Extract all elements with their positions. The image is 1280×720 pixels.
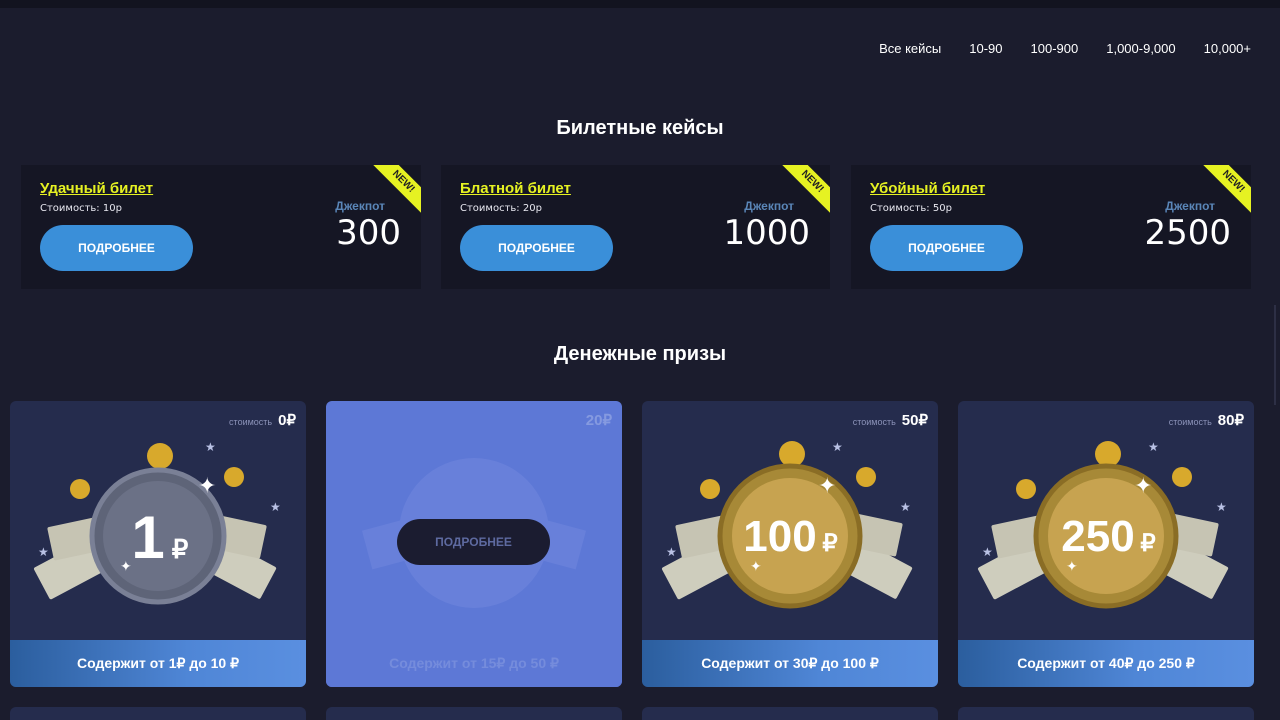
filter-1000-9000[interactable]: 1,000-9,000 — [1106, 41, 1175, 56]
prize-card-next[interactable] — [10, 707, 306, 720]
coin-value: 250 — [1061, 512, 1134, 561]
prize-range: Содержит от 30₽ до 100 ₽ — [642, 640, 938, 687]
filter-10000-plus[interactable]: 10,000+ — [1204, 41, 1251, 56]
svg-text:★: ★ — [1148, 440, 1159, 454]
silver-coin-illustration: 1 ₽ ✦ ✦ ★ ★ ★ — [34, 440, 281, 605]
coin-currency: ₽ — [1140, 530, 1155, 557]
filter-100-900[interactable]: 100-900 — [1031, 41, 1079, 56]
ticket-card-uboyny[interactable]: NEW! Убойный билет Стоимость: 50р ПОДРОБ… — [851, 165, 1251, 289]
coin-value: 1 — [131, 504, 164, 571]
svg-text:★: ★ — [900, 500, 911, 514]
ticket-card-lucky[interactable]: NEW! Удачный билет Стоимость: 10р ПОДРОБ… — [21, 165, 421, 289]
svg-text:★: ★ — [832, 440, 843, 454]
ticket-cost: Стоимость: 10р — [40, 203, 122, 214]
svg-text:✦: ✦ — [1134, 474, 1152, 499]
price-filter-nav: Все кейсы 10-90 100-900 1,000-9,000 10,0… — [851, 41, 1251, 56]
filter-all[interactable]: Все кейсы — [879, 41, 941, 56]
svg-text:✦: ✦ — [198, 474, 216, 499]
svg-text:★: ★ — [1216, 500, 1227, 514]
prize-card-next[interactable] — [326, 707, 622, 720]
ticket-section-title: Билетные кейсы — [556, 117, 724, 139]
top-bar — [0, 0, 1280, 8]
jackpot-value: 300 — [336, 213, 401, 253]
prize-card-next[interactable] — [958, 707, 1254, 720]
svg-text:✦: ✦ — [750, 559, 762, 575]
coin-value: 100 — [743, 512, 816, 561]
prize-card-4[interactable]: стоимость 80₽ 250 ₽ ✦ ✦ ★ ★ ★ Содержит о… — [958, 401, 1254, 687]
prize-range: Содержит от 15₽ до 50 ₽ — [326, 640, 622, 687]
details-button[interactable]: ПОДРОБНЕЕ — [460, 225, 613, 271]
filter-10-90[interactable]: 10-90 — [969, 41, 1002, 56]
prize-card-2[interactable]: 20₽ ПОДРОБНЕЕ Содержит от 15₽ до 50 ₽ — [326, 401, 622, 687]
ticket-name[interactable]: Убойный билет — [870, 180, 985, 197]
prize-card-1[interactable]: стоимость 0₽ 1 ₽ ✦ ✦ ★ ★ ★ Содержит от 1… — [10, 401, 306, 687]
jackpot-value: 2500 — [1144, 213, 1231, 253]
svg-text:✦: ✦ — [818, 474, 836, 499]
coin-currency: ₽ — [172, 534, 189, 564]
details-button[interactable]: ПОДРОБНЕЕ — [40, 225, 193, 271]
svg-text:★: ★ — [38, 545, 49, 559]
svg-text:✦: ✦ — [1066, 559, 1078, 575]
svg-text:★: ★ — [982, 545, 993, 559]
gold-coin-illustration: 250 ₽ ✦ ✦ ★ ★ ★ — [978, 440, 1229, 609]
details-button[interactable]: ПОДРОБНЕЕ — [397, 519, 550, 565]
gold-coin-illustration: 100 ₽ ✦ ✦ ★ ★ ★ — [662, 440, 913, 609]
jackpot-label: Джекпот — [335, 199, 385, 213]
coin-currency: ₽ — [822, 530, 837, 557]
ticket-name[interactable]: Удачный билет — [40, 180, 153, 197]
ticket-name[interactable]: Блатной билет — [460, 180, 571, 197]
prize-card-next[interactable] — [642, 707, 938, 720]
svg-text:★: ★ — [666, 545, 677, 559]
prize-range: Содержит от 40₽ до 250 ₽ — [958, 640, 1254, 687]
money-section-title: Денежные призы — [553, 343, 727, 365]
svg-text:✦: ✦ — [120, 559, 132, 575]
scrollbar[interactable] — [1274, 305, 1276, 405]
prize-range: Содержит от 1₽ до 10 ₽ — [10, 640, 306, 687]
svg-text:★: ★ — [270, 500, 281, 514]
jackpot-label: Джекпот — [744, 199, 794, 213]
jackpot-label: Джекпот — [1165, 199, 1215, 213]
ticket-cost: Стоимость: 20р — [460, 203, 542, 214]
ticket-card-blatnoy[interactable]: NEW! Блатной билет Стоимость: 20р ПОДРОБ… — [441, 165, 830, 289]
ticket-cost: Стоимость: 50р — [870, 203, 952, 214]
prize-card-3[interactable]: стоимость 50₽ 100 ₽ ✦ ✦ ★ ★ ★ Содержит о… — [642, 401, 938, 687]
details-button[interactable]: ПОДРОБНЕЕ — [870, 225, 1023, 271]
jackpot-value: 1000 — [723, 213, 810, 253]
svg-text:★: ★ — [205, 440, 216, 454]
